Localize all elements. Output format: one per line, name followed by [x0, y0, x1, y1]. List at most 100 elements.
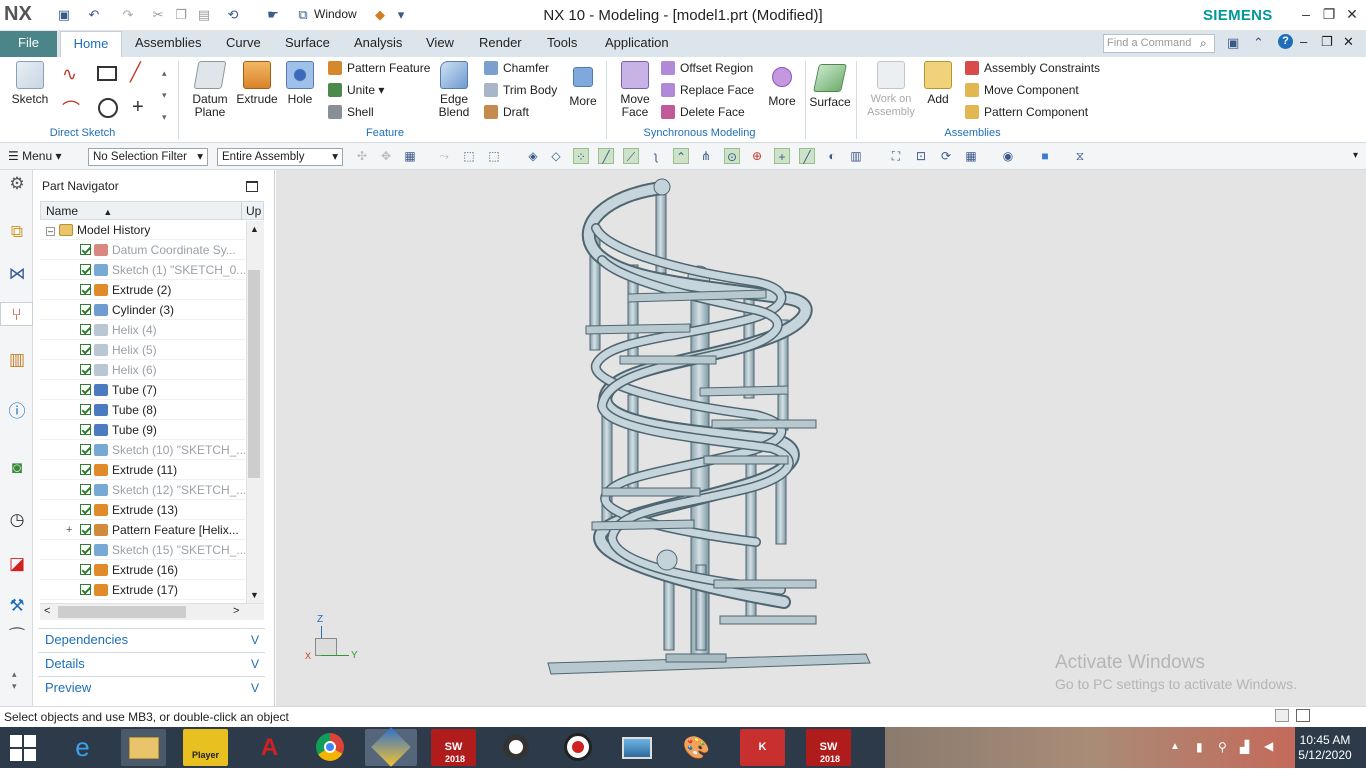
doc-minimize-button[interactable]: – [1300, 34, 1307, 49]
work-on-assembly-button[interactable]: Work on Assembly [864, 61, 918, 119]
zoom-icon[interactable]: ⊡ [913, 148, 929, 164]
column-name[interactable]: Name ▲ [46, 204, 112, 218]
tree-item[interactable]: Sketch (1) "SKETCH_0... [40, 260, 245, 280]
visibility-checkbox[interactable] [80, 284, 91, 295]
face-select-icon[interactable]: ◈ [525, 148, 541, 164]
tab-view[interactable]: View [420, 31, 460, 57]
search-icon[interactable]: ⌕ [1200, 36, 1207, 51]
resource-bar-scroll-icon[interactable]: ▴ ▾ [12, 668, 17, 692]
tree-item[interactable]: Extrude (17) [40, 580, 245, 600]
signal-icon[interactable]: ▟ [1240, 740, 1249, 754]
photos-icon[interactable] [614, 729, 659, 766]
tab-tools[interactable]: Tools [541, 31, 583, 57]
shell-button[interactable]: Shell [328, 103, 374, 121]
full-screen-icon[interactable] [1296, 709, 1310, 722]
battery-icon[interactable]: ▮ [1196, 740, 1203, 754]
system-materials-icon[interactable]: ◪ [5, 552, 29, 576]
visibility-checkbox[interactable] [80, 404, 91, 415]
visibility-checkbox[interactable] [80, 464, 91, 475]
roles-icon[interactable]: ⁀ [5, 626, 29, 650]
profile-icon[interactable]: ∿ [62, 64, 77, 85]
help-icon[interactable]: ? [1278, 34, 1293, 49]
tab-render[interactable]: Render [473, 31, 528, 57]
move-component-button[interactable]: Move Component [965, 81, 1079, 99]
snap-intersection-icon[interactable]: ╱ [799, 148, 815, 164]
restore-button[interactable]: ❐ [1319, 6, 1339, 23]
assembly-navigator-icon[interactable]: ⧉ [5, 220, 29, 244]
gallery-scroll-icon[interactable]: ▴ ▾ ▾ [162, 62, 167, 128]
deselect-icon[interactable]: ⤳ [436, 148, 452, 164]
scroll-up-icon[interactable]: ▲ [250, 224, 259, 234]
line-icon[interactable]: ╱ [130, 62, 141, 83]
orient-view-icon[interactable]: ▦ [963, 148, 979, 164]
visibility-checkbox[interactable] [80, 264, 91, 275]
visibility-checkbox[interactable] [80, 344, 91, 355]
preview-panel[interactable]: Preview V [38, 676, 265, 698]
paint-icon[interactable]: 🎨 [674, 729, 719, 766]
details-panel[interactable]: Details V [38, 652, 265, 674]
tree-item[interactable]: Sketch (10) "SKETCH_... [40, 440, 245, 460]
visibility-checkbox[interactable] [80, 564, 91, 575]
visibility-checkbox[interactable] [80, 424, 91, 435]
camera-icon[interactable] [493, 729, 538, 766]
body-select-icon[interactable]: ◇ [548, 148, 564, 164]
hole-button[interactable]: Hole [282, 61, 318, 106]
snap-line-icon[interactable]: ╱ [598, 148, 614, 164]
trim-body-button[interactable]: Trim Body [484, 81, 557, 99]
tab-analysis[interactable]: Analysis [348, 31, 408, 57]
snap-tangent-icon[interactable]: ⋔ [698, 148, 714, 164]
edge-blend-button[interactable]: Edge Blend [433, 61, 475, 119]
system-clock[interactable]: 10:45 AM 5/12/2020 [1290, 733, 1360, 763]
datum-plane-button[interactable]: Datum Plane [186, 61, 234, 119]
tab-home[interactable]: Home [60, 31, 122, 57]
fit-view-icon[interactable]: ⛶ [888, 148, 904, 164]
find-command-input[interactable]: Find a Command [1103, 34, 1215, 53]
fullscreen-icon[interactable]: ▣ [1227, 35, 1239, 51]
point-icon[interactable]: + [132, 96, 144, 119]
nx-taskbar-icon[interactable] [365, 727, 417, 767]
web-browser-icon[interactable]: ◙ [5, 456, 29, 480]
render-style-icon[interactable]: ◉ [1000, 148, 1016, 164]
media-player-icon[interactable]: Player [183, 729, 228, 766]
history-icon[interactable]: ◷ [5, 508, 29, 532]
assembly-constraints-button[interactable]: Assembly Constraints [965, 59, 1100, 77]
tree-item[interactable]: Tube (7) [40, 380, 245, 400]
offset-region-button[interactable]: Offset Region [661, 59, 753, 77]
tree-item[interactable]: Tube (9) [40, 420, 245, 440]
scroll-right-icon[interactable]: > [233, 605, 239, 617]
pattern-component-button[interactable]: Pattern Component [965, 103, 1088, 121]
surface-button[interactable]: Surface [808, 64, 852, 109]
close-button[interactable]: ✕ [1342, 6, 1362, 23]
tree-item[interactable]: Extrude (2) [40, 280, 245, 300]
scrollbar-thumb[interactable] [248, 270, 260, 478]
visibility-checkbox[interactable] [80, 384, 91, 395]
tab-file[interactable]: File [0, 31, 57, 57]
record-icon[interactable] [555, 729, 600, 766]
acrobat-icon[interactable]: A [247, 729, 292, 766]
replace-face-button[interactable]: Replace Face [661, 81, 754, 99]
selection-mode-icon[interactable]: ⬚ [461, 148, 477, 164]
column-up-to-date[interactable]: Up [246, 204, 261, 218]
extrude-button[interactable]: Extrude [234, 61, 280, 106]
show-hidden-icons[interactable]: ▲ [1170, 741, 1180, 752]
maximize-panel-icon[interactable] [246, 181, 258, 192]
tab-curve[interactable]: Curve [220, 31, 267, 57]
minimize-button[interactable]: – [1296, 6, 1316, 22]
snap-arc-icon[interactable]: ⌃ [673, 148, 689, 164]
snap-grid-icon[interactable]: ▥ [848, 148, 864, 164]
scroll-down-icon[interactable]: ▼ [250, 590, 259, 600]
arc-icon[interactable]: ⌒ [62, 96, 80, 122]
chamfer-button[interactable]: Chamfer [484, 59, 549, 77]
move-face-button[interactable]: Move Face [614, 61, 656, 119]
sketch-button[interactable]: Sketch [8, 61, 52, 106]
tree-item[interactable]: Sketch (15) "SKETCH_... [40, 540, 245, 560]
settings-icon[interactable]: ⚙ [5, 172, 29, 196]
tree-item[interactable]: Helix (5) [40, 340, 245, 360]
visibility-checkbox[interactable] [80, 524, 91, 535]
tree-item[interactable]: Sketch (12) "SKETCH_... [40, 480, 245, 500]
snap-endpoint-icon[interactable]: ⁘ [573, 148, 589, 164]
select-all-icon[interactable]: ▦ [402, 148, 418, 164]
toolbar-overflow-icon[interactable]: ▾ [1353, 150, 1358, 161]
status-icon-a[interactable] [1275, 709, 1289, 722]
internet-explorer-icon[interactable]: e [60, 729, 105, 766]
